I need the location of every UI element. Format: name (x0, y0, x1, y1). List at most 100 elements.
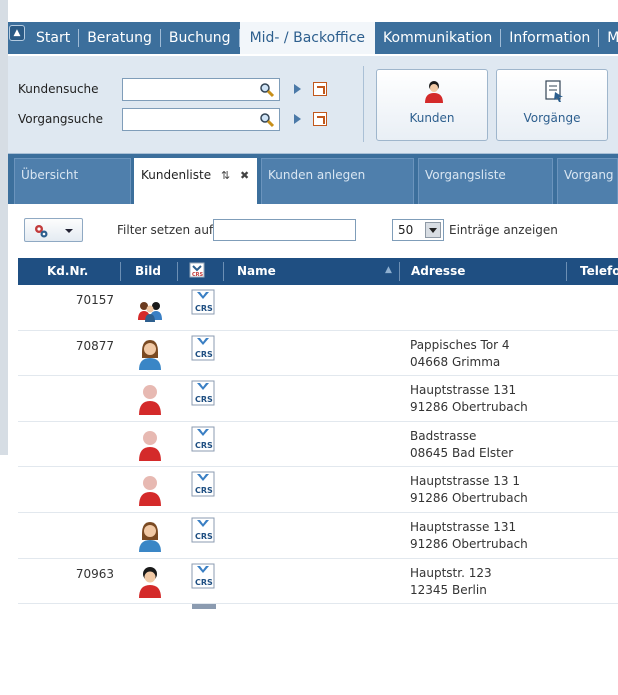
entries-per-page-select[interactable]: 50 (392, 219, 444, 241)
tab-uebersicht[interactable]: Übersicht (14, 158, 131, 204)
customer-address: Hauptstrasse 131 91286 Obertrubach (410, 519, 528, 553)
crs-icon[interactable]: CRS (190, 470, 216, 498)
address-line-1: Badstrasse (410, 428, 477, 443)
address-line-2: 91286 Obertrubach (410, 491, 528, 506)
collapse-arrow-icon[interactable]: ▲ (9, 25, 25, 41)
group-avatar-icon (138, 302, 162, 322)
dropdown-arrow-icon[interactable] (425, 222, 441, 238)
sort-arrow-icon[interactable]: ▲ (385, 265, 392, 275)
app-window: Start Beratung Buchung Mid- / Backoffice… (8, 8, 618, 695)
main-menu-items: Start Beratung Buchung Mid- / Backoffice… (28, 22, 618, 54)
customer-address: Pappisches Tor 4 04668 Grimma (410, 337, 510, 371)
table-row[interactable]: 70877 CRS Pappisches Tor 4 04668 Grimma (18, 330, 618, 377)
crs-icon[interactable]: CRS (190, 425, 216, 453)
table-row[interactable]: CRS Badstrasse 08645 Bad Elster (18, 421, 618, 468)
menu-item-kommunikation[interactable]: Kommunikation (375, 29, 502, 47)
menu-item-beratung[interactable]: Beratung (79, 29, 161, 47)
default-avatar-icon (139, 476, 161, 507)
column-header-name[interactable]: Name (237, 264, 276, 278)
table-row[interactable]: 70963 CRS Hauptstr. 123 12345 Berlin (18, 558, 618, 605)
crs-icon[interactable]: CRS (190, 562, 216, 590)
column-header-telefon[interactable]: Telefon (580, 264, 618, 278)
tab-label: Kundenliste (141, 168, 212, 182)
tab-label: Vorgang a (564, 168, 617, 182)
crs-icon[interactable]: CRS (190, 516, 216, 544)
process-search-input[interactable] (123, 108, 253, 130)
address-line-2: 91286 Obertrubach (410, 400, 528, 415)
table-row-partial[interactable] (18, 604, 618, 615)
list-toolbar: Filter setzen auf 50 Einträge anzeigen (8, 204, 618, 258)
address-line-1: Pappisches Tor 4 (410, 337, 510, 352)
default-avatar-icon (139, 385, 161, 416)
column-divider (223, 262, 224, 281)
customer-address: Hauptstrasse 131 91286 Obertrubach (410, 382, 528, 416)
menu-item-start[interactable]: Start (28, 29, 80, 47)
play-arrow-icon[interactable] (294, 84, 301, 94)
search-magnifier-icon[interactable] (259, 82, 275, 98)
male-avatar-icon (139, 566, 161, 598)
menu-item-information[interactable]: Information (501, 29, 600, 47)
process-search-row: Vorgangsuche (18, 107, 327, 131)
tab-vorgangsliste[interactable]: Vorgangsliste (418, 158, 553, 204)
customer-number: 70963 (75, 566, 114, 581)
crs-icon[interactable]: CRS (190, 334, 216, 362)
default-avatar-icon (139, 430, 161, 461)
settings-gears-icon (35, 225, 48, 238)
address-line-2: 08645 Bad Elster (410, 445, 514, 460)
address-line-2: 04668 Grimma (410, 354, 501, 369)
left-edge-shade (0, 0, 8, 455)
open-record-icon[interactable] (313, 112, 327, 126)
processes-button[interactable]: Vorgänge (496, 69, 608, 141)
menu-item-mid-backoffice[interactable]: Mid- / Backoffice (239, 22, 376, 54)
address-line-1: Hauptstrasse 131 (410, 383, 517, 398)
crs-icon (192, 604, 216, 610)
process-document-icon (545, 80, 563, 102)
svg-text:CRS: CRS (195, 350, 213, 359)
customer-table: Kd.Nr. Bild CRS Name ▲ Adresse Telefon 7… (18, 258, 618, 615)
settings-menu-button[interactable] (24, 218, 83, 242)
play-arrow-icon[interactable] (294, 114, 301, 124)
crs-column-icon[interactable]: CRS (189, 262, 205, 278)
customers-button-label: Kunden (409, 111, 455, 125)
tab-bar: Übersicht Kundenliste ⇅ ✖ Kunden anlegen… (8, 154, 618, 204)
column-header-adresse[interactable]: Adresse (411, 264, 465, 278)
customer-search-row: Kundensuche (18, 77, 327, 101)
column-header-bild[interactable]: Bild (135, 264, 161, 278)
filter-label: Filter setzen auf (117, 223, 214, 237)
table-row[interactable]: CRS Hauptstrasse 131 91286 Obertrubach (18, 376, 618, 422)
column-divider (177, 262, 178, 281)
menu-item-buchung[interactable]: Buchung (161, 29, 240, 47)
address-line-2: 91286 Obertrubach (410, 536, 528, 551)
address-line-1: Hauptstr. 123 (410, 565, 492, 580)
open-record-icon[interactable] (313, 82, 327, 96)
column-divider (120, 262, 121, 281)
crs-icon[interactable]: CRS (190, 379, 216, 407)
refresh-icon[interactable]: ⇅ (221, 169, 230, 182)
tab-vorgang[interactable]: Vorgang a (557, 158, 618, 204)
customer-address: Badstrasse 08645 Bad Elster (410, 428, 513, 462)
svg-text:CRS: CRS (195, 532, 213, 541)
crs-icon[interactable]: CRS (190, 288, 216, 316)
customers-button[interactable]: Kunden (376, 69, 488, 141)
tab-label: Vorgangsliste (425, 168, 506, 182)
search-magnifier-icon[interactable] (259, 112, 275, 128)
processes-button-label: Vorgänge (523, 111, 581, 125)
column-header-kdnr[interactable]: Kd.Nr. (47, 264, 88, 278)
customer-search-field (122, 77, 280, 101)
customer-number: 70877 (75, 338, 114, 353)
tab-kunden-anlegen[interactable]: Kunden anlegen (261, 158, 414, 204)
address-line-1: Hauptstrasse 13 1 (410, 474, 520, 489)
svg-text:CRS: CRS (195, 441, 213, 450)
menu-item-mein[interactable]: Mein (599, 29, 618, 47)
close-icon[interactable]: ✖ (240, 169, 249, 182)
table-row[interactable]: CRS Hauptstrasse 131 91286 Obertrubach (18, 512, 618, 559)
table-row[interactable]: 70157 CRS (18, 285, 618, 331)
table-row[interactable]: CRS Hauptstrasse 13 1 91286 Obertrubach (18, 467, 618, 513)
customer-search-input[interactable] (123, 78, 253, 100)
process-search-field (122, 107, 280, 131)
tab-kundenliste[interactable]: Kundenliste ⇅ ✖ (134, 158, 257, 204)
tab-label: Übersicht (21, 168, 79, 182)
svg-text:CRS: CRS (195, 578, 213, 587)
customer-address: Hauptstr. 123 12345 Berlin (410, 565, 492, 599)
filter-input[interactable] (213, 219, 356, 241)
